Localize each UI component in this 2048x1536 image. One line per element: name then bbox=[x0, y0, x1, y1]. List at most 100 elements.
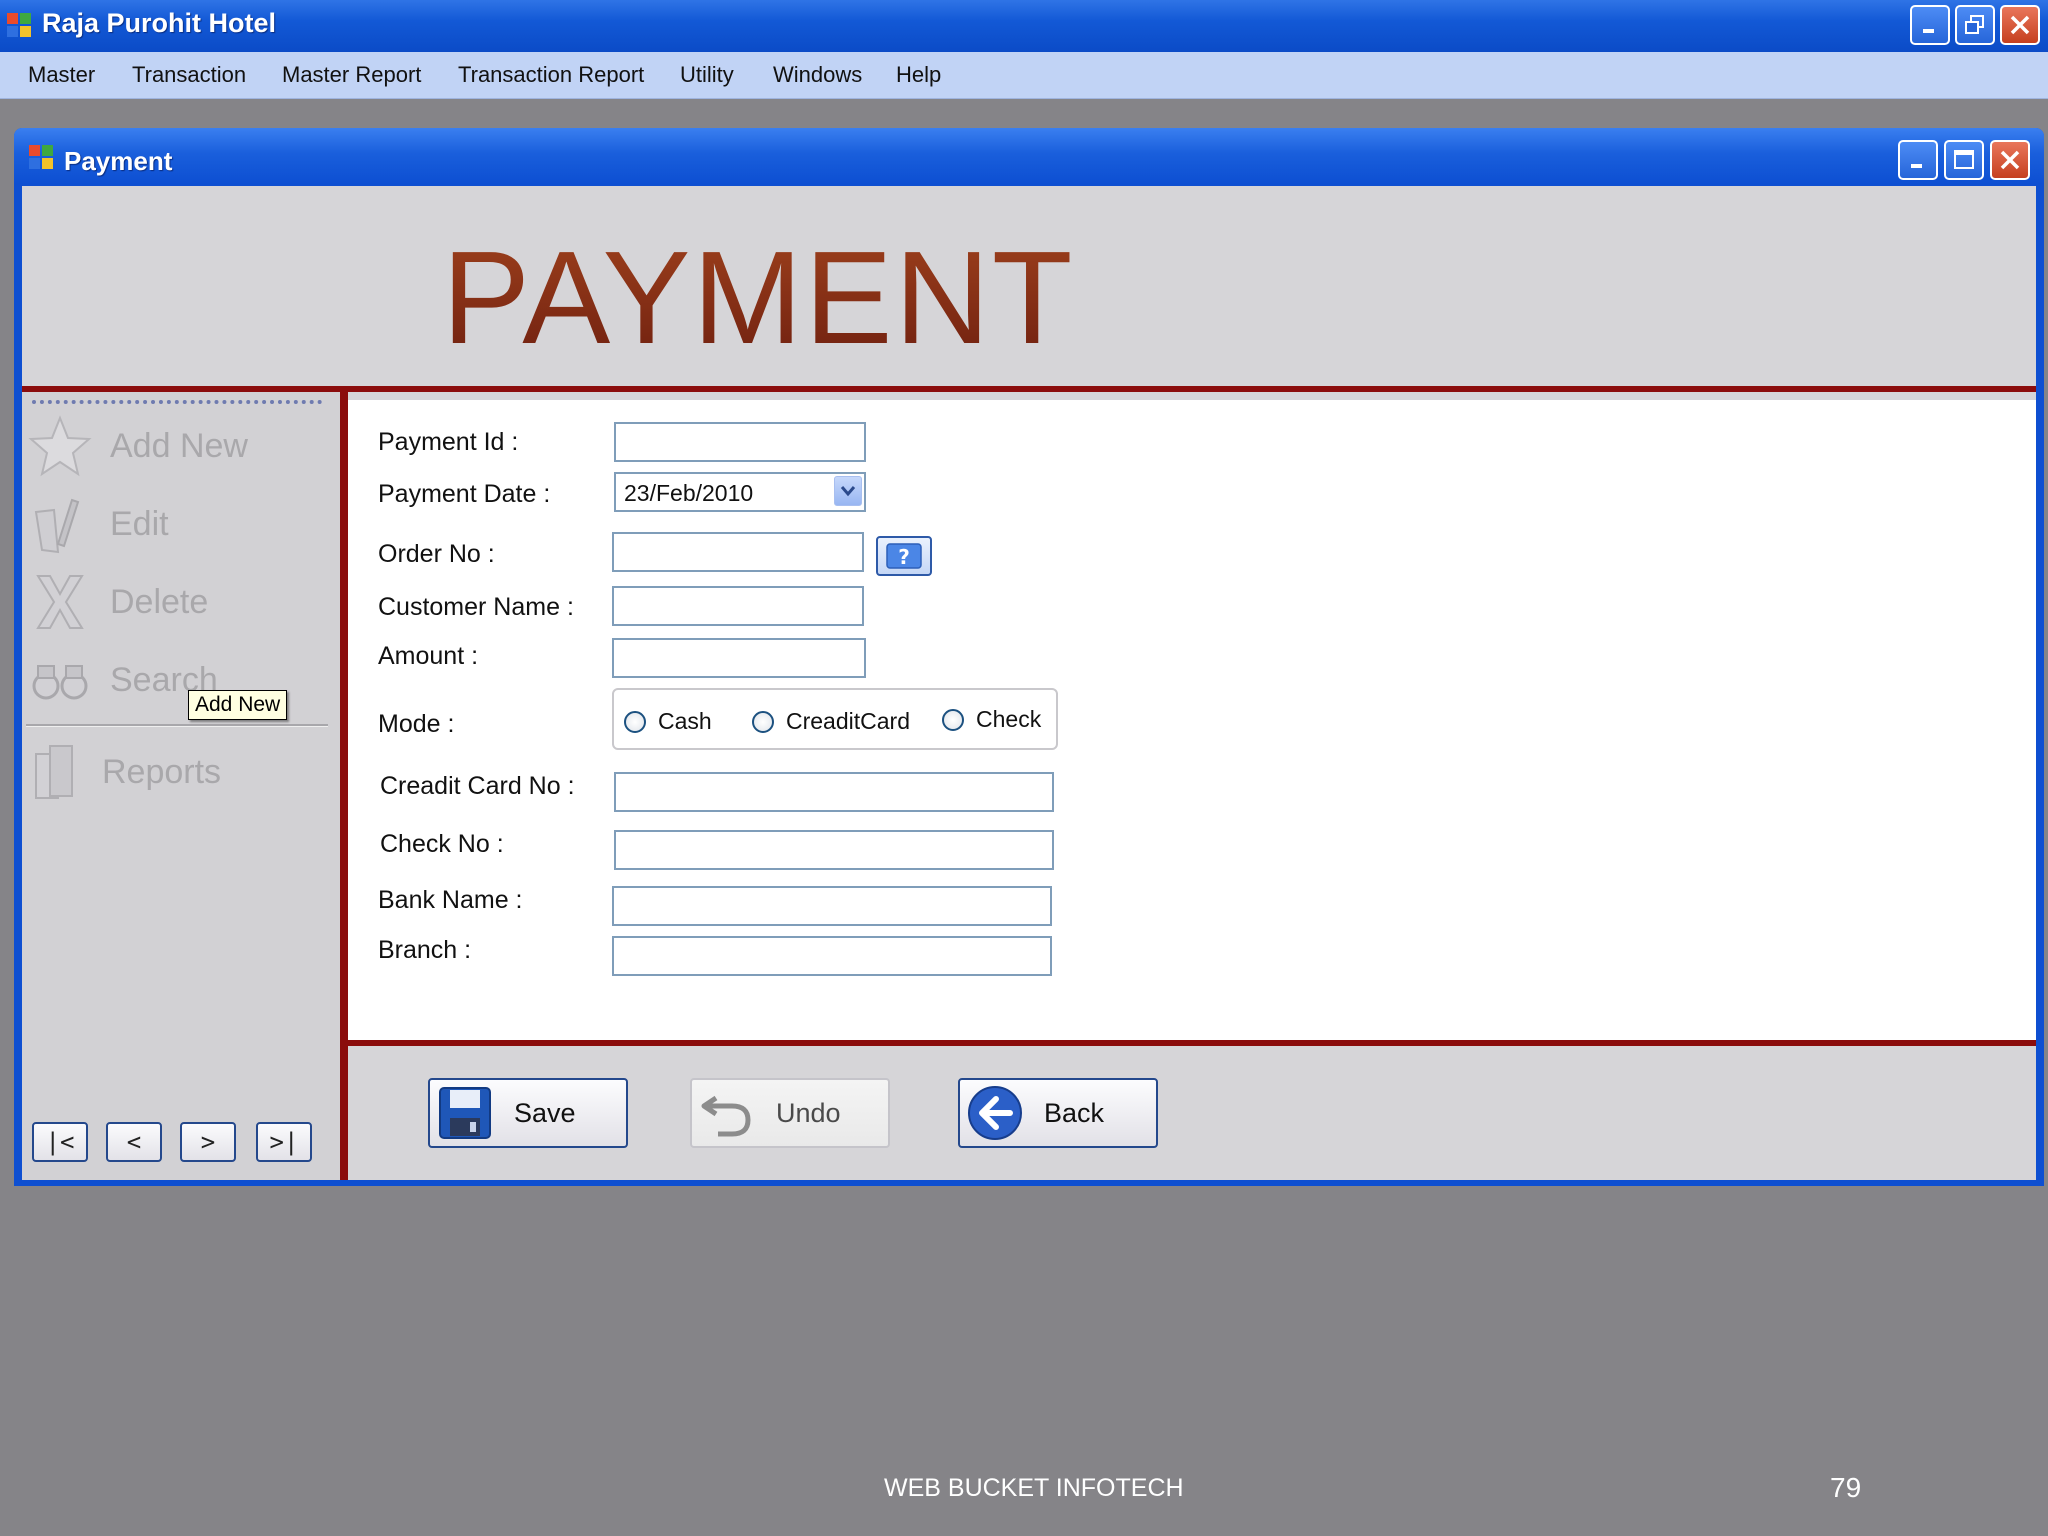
menu-windows[interactable]: Windows bbox=[773, 62, 862, 88]
add-new-label: Add New bbox=[110, 426, 248, 465]
nav-first-button[interactable]: |< bbox=[32, 1122, 88, 1162]
app-window-icon bbox=[7, 13, 31, 37]
child-minimize-button[interactable] bbox=[1898, 140, 1938, 180]
order-lookup-button[interactable]: ? bbox=[876, 536, 932, 576]
sidebar-divider bbox=[340, 392, 348, 1180]
nav-next-button[interactable]: > bbox=[180, 1122, 236, 1162]
page-title: PAYMENT bbox=[442, 224, 1075, 371]
delete-label: Delete bbox=[110, 582, 209, 621]
minimize-icon bbox=[1911, 164, 1922, 168]
check-no-label: Check No : bbox=[380, 830, 504, 858]
branch-input[interactable] bbox=[612, 936, 1052, 976]
star-icon bbox=[28, 415, 92, 477]
customer-name-input[interactable] bbox=[612, 586, 864, 626]
order-no-input[interactable] bbox=[612, 532, 864, 572]
payment-id-label: Payment Id : bbox=[378, 428, 519, 456]
add-new-tooltip: Add New bbox=[188, 690, 288, 720]
mode-cash-label: Cash bbox=[658, 708, 712, 734]
radio-circle bbox=[624, 710, 646, 733]
payment-window-title: Payment bbox=[64, 146, 173, 176]
back-arrow-icon bbox=[968, 1086, 1022, 1140]
footer-company: WEB BUCKET INFOTECH bbox=[884, 1474, 1184, 1502]
payment-id-input[interactable] bbox=[614, 422, 866, 462]
customer-name-label: Customer Name : bbox=[378, 593, 574, 621]
mode-creditcard-label: CreaditCard bbox=[786, 708, 910, 734]
close-button[interactable] bbox=[2000, 5, 2040, 45]
nav-prev-button[interactable]: < bbox=[106, 1122, 162, 1162]
amount-input[interactable] bbox=[612, 638, 866, 678]
close-icon bbox=[2000, 150, 2020, 170]
payment-window-body: PAYMENT Add New Edit Delete Search Repor… bbox=[22, 186, 2036, 1180]
header-panel: PAYMENT bbox=[22, 186, 2036, 386]
menu-transaction-report[interactable]: Transaction Report bbox=[458, 62, 644, 88]
action-sidebar: Add New Edit Delete Search Reports Add N… bbox=[22, 392, 340, 1180]
order-no-label: Order No : bbox=[378, 540, 495, 568]
bank-name-input[interactable] bbox=[612, 886, 1052, 926]
payment-date-value: 23/Feb/2010 bbox=[624, 480, 754, 506]
minimize-button[interactable] bbox=[1910, 5, 1950, 45]
back-button[interactable]: Back bbox=[958, 1078, 1158, 1148]
child-maximize-button[interactable] bbox=[1944, 140, 1984, 180]
payment-date-label: Payment Date : bbox=[378, 480, 551, 508]
add-new-button[interactable]: Add New bbox=[28, 414, 248, 478]
app-title: Raja Purohit Hotel bbox=[42, 8, 277, 38]
child-close-button[interactable] bbox=[1990, 140, 2030, 180]
menu-utility[interactable]: Utility bbox=[680, 62, 734, 88]
menu-master[interactable]: Master bbox=[28, 62, 95, 88]
reports-label: Reports bbox=[102, 752, 222, 791]
reports-button[interactable]: Reports bbox=[28, 740, 221, 804]
credit-card-label: Creadit Card No : bbox=[380, 772, 575, 800]
app-titlebar: Raja Purohit Hotel bbox=[0, 0, 2048, 52]
payment-form: Payment Id : Payment Date : 23/Feb/2010 … bbox=[348, 400, 2036, 1040]
binoculars-icon bbox=[32, 665, 88, 700]
undo-label: Undo bbox=[776, 1097, 841, 1128]
edit-label: Edit bbox=[110, 504, 169, 543]
payment-window-titlebar: Payment bbox=[14, 128, 2044, 184]
menu-transaction[interactable]: Transaction bbox=[132, 62, 246, 88]
svg-text:?: ? bbox=[898, 545, 910, 569]
menu-help[interactable]: Help bbox=[896, 62, 941, 88]
minimize-icon bbox=[1923, 29, 1934, 33]
nav-last-button[interactable]: >| bbox=[256, 1122, 312, 1162]
help-icon: ? bbox=[886, 543, 922, 569]
page-number: 79 bbox=[1830, 1472, 1862, 1503]
payment-date-picker[interactable]: 23/Feb/2010 bbox=[614, 472, 866, 512]
command-panel: Save Undo Back bbox=[348, 1046, 2036, 1180]
edit-button[interactable]: Edit bbox=[28, 492, 169, 556]
undo-button[interactable]: Undo bbox=[690, 1078, 890, 1148]
undo-arrow-icon bbox=[701, 1095, 751, 1137]
credit-card-input[interactable] bbox=[614, 772, 1054, 812]
mode-label: Mode : bbox=[378, 710, 455, 738]
amount-label: Amount : bbox=[378, 642, 479, 670]
branch-label: Branch : bbox=[378, 936, 472, 964]
edit-icon bbox=[34, 498, 80, 554]
save-button[interactable]: Save bbox=[428, 1078, 628, 1148]
radio-circle bbox=[942, 708, 964, 731]
toolbar-grip[interactable] bbox=[32, 400, 322, 404]
reports-icon bbox=[35, 745, 73, 799]
chevron-down-icon bbox=[840, 486, 856, 497]
restore-icon bbox=[1965, 15, 1984, 34]
sidebar-separator bbox=[26, 724, 328, 727]
floppy-disk-icon bbox=[439, 1087, 491, 1139]
menu-master-report[interactable]: Master Report bbox=[282, 62, 421, 88]
radio-circle bbox=[752, 710, 774, 733]
mode-radio-group: Cash CreaditCard Check bbox=[612, 688, 1058, 750]
delete-x-icon bbox=[36, 575, 84, 629]
date-dropdown-button[interactable] bbox=[834, 476, 862, 506]
check-no-input[interactable] bbox=[614, 830, 1054, 870]
mode-creditcard-radio[interactable]: CreaditCard bbox=[752, 708, 910, 735]
back-label: Back bbox=[1044, 1097, 1105, 1128]
delete-button[interactable]: Delete bbox=[28, 570, 208, 634]
payment-window-icon bbox=[29, 145, 53, 169]
mode-check-label: Check bbox=[976, 706, 1042, 732]
mode-cash-radio[interactable]: Cash bbox=[624, 708, 712, 735]
bank-name-label: Bank Name : bbox=[378, 886, 523, 914]
payment-window: Payment PAYMENT Add New Edit Delete Sear… bbox=[14, 128, 2044, 1186]
save-label: Save bbox=[514, 1097, 576, 1128]
menu-bar: Master Transaction Master Report Transac… bbox=[0, 52, 2048, 99]
maximize-icon bbox=[1954, 150, 1974, 169]
close-icon bbox=[2010, 15, 2030, 35]
mode-check-radio[interactable]: Check bbox=[942, 706, 1041, 733]
restore-button[interactable] bbox=[1955, 5, 1995, 45]
